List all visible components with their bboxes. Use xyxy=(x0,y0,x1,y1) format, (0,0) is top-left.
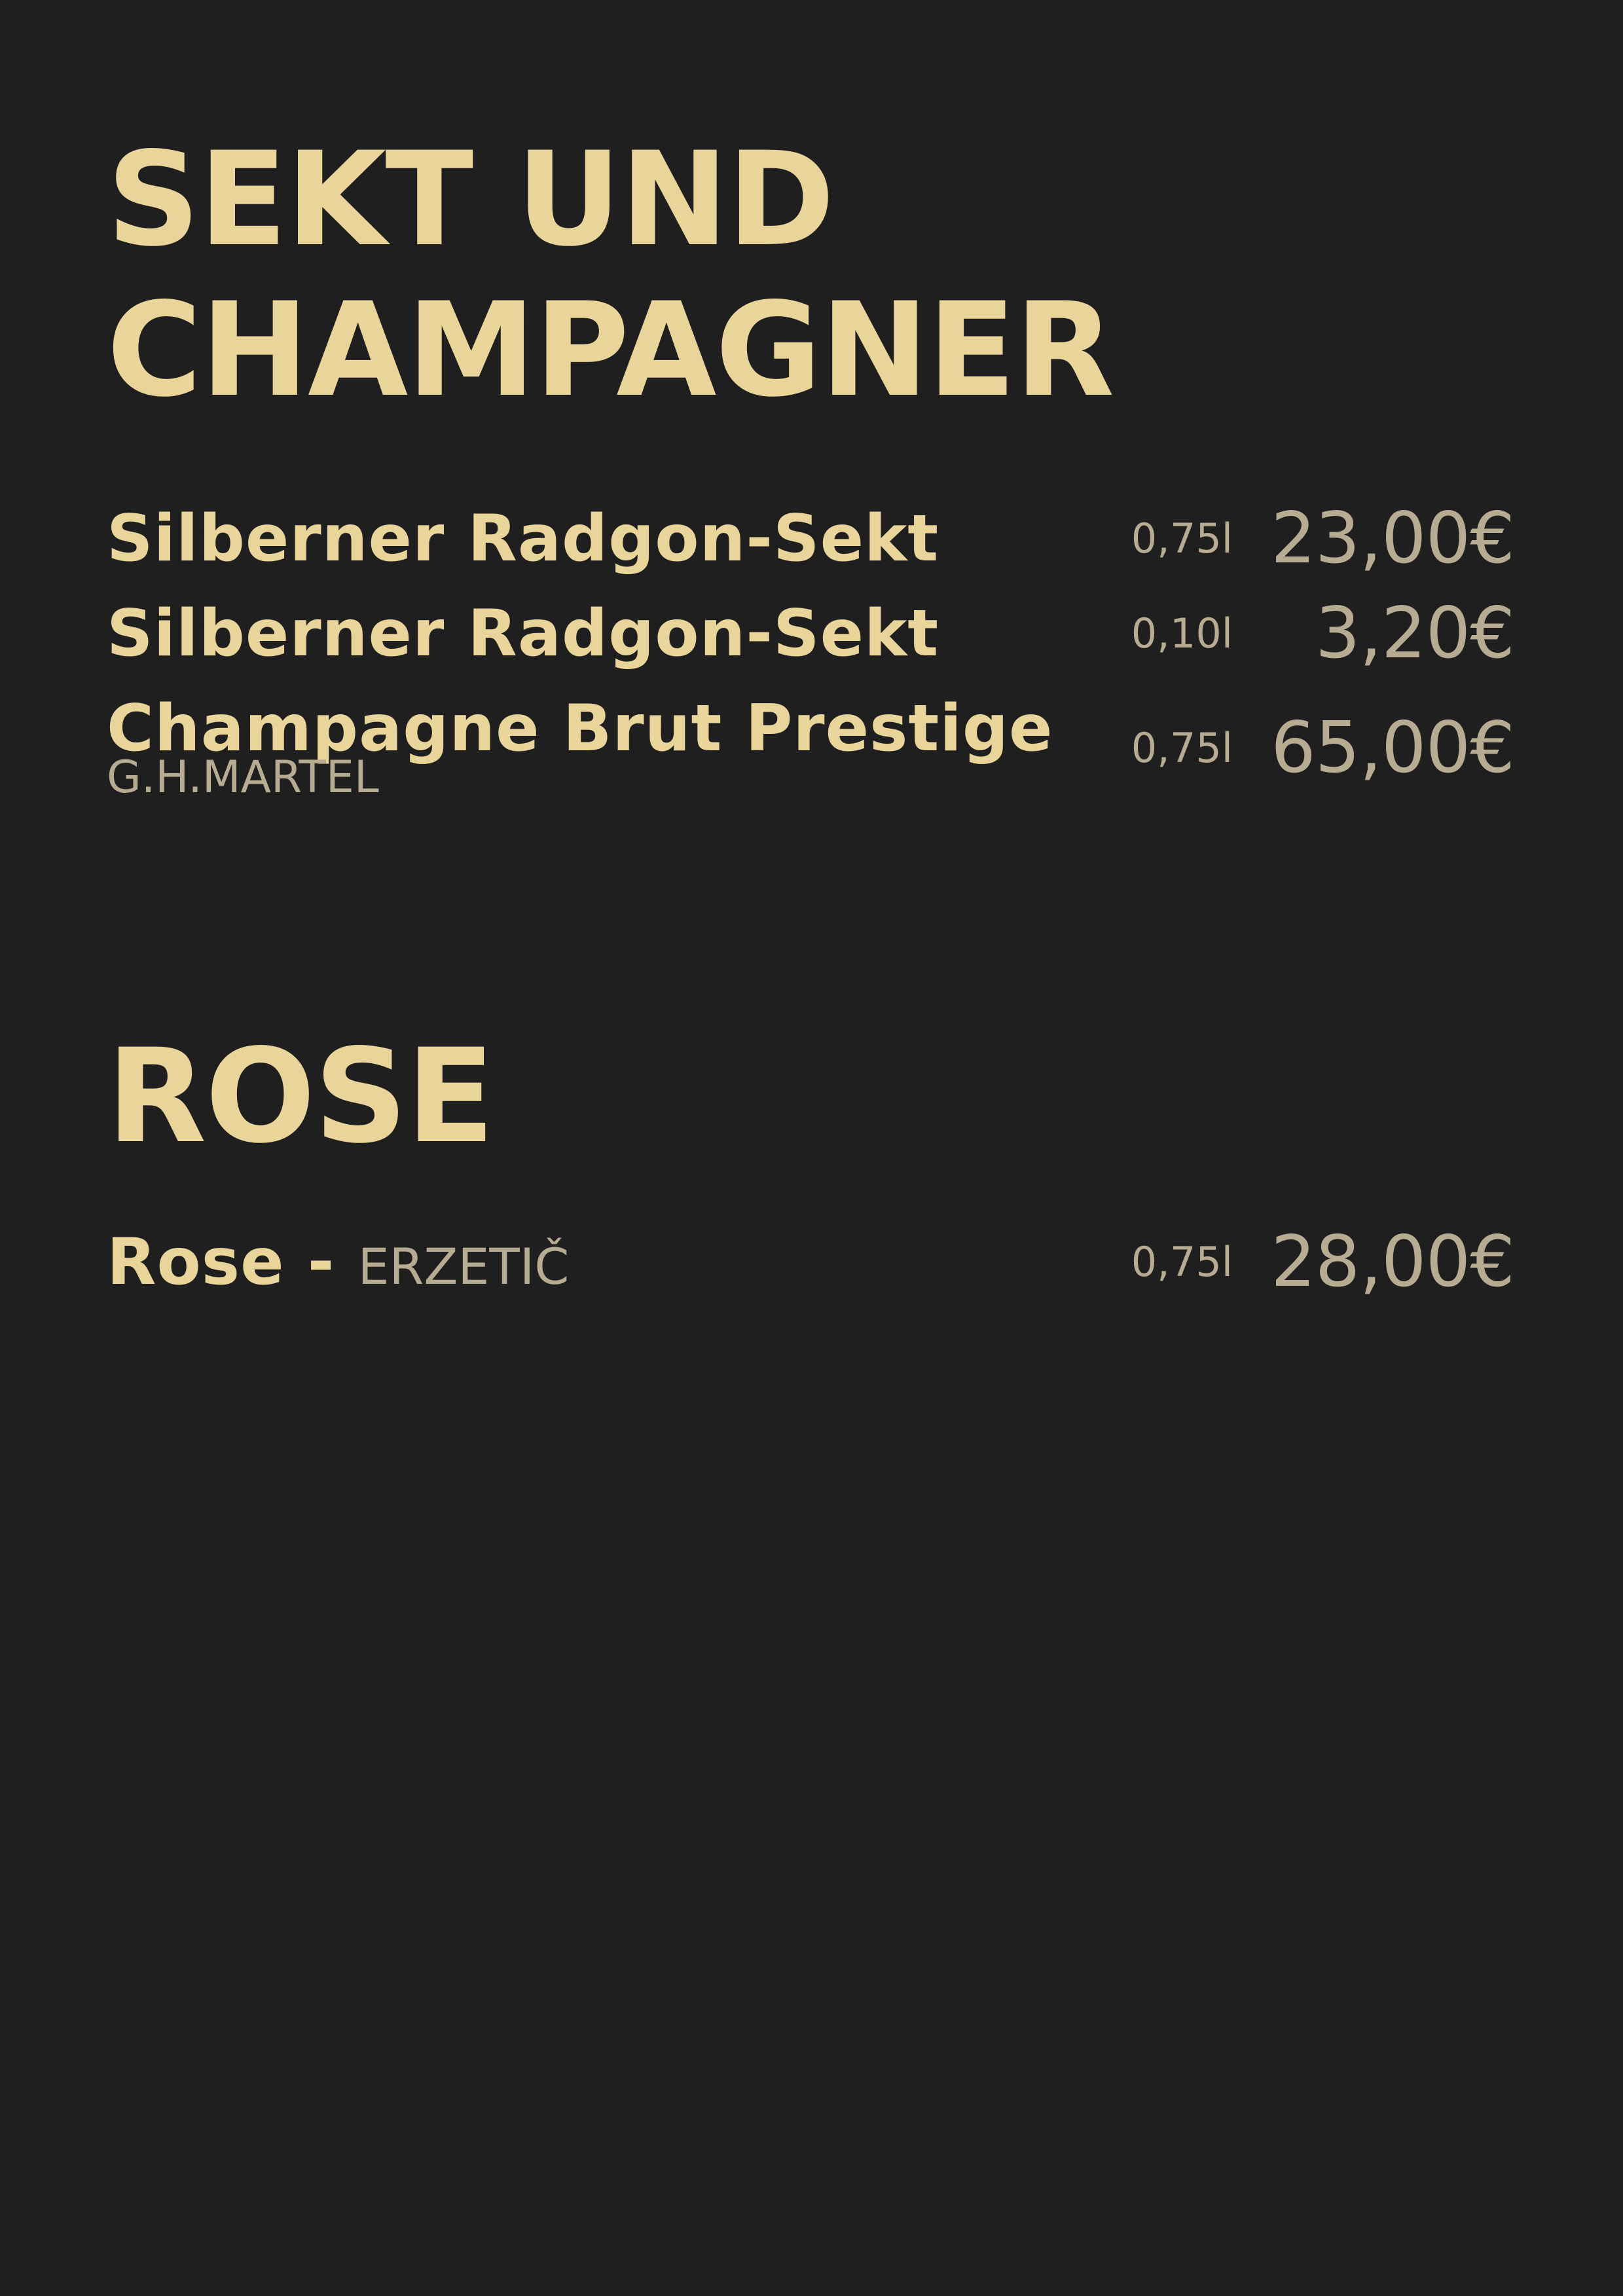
section-heading-rose: ROSE xyxy=(107,1021,495,1172)
menu-item: Silberner Radgon-Sekt 0,75l 23,00€ xyxy=(107,498,1515,579)
item-name-line: Rose - ERZETIČ xyxy=(107,1223,569,1306)
heading-line: CHAMPAGNER xyxy=(107,274,1114,426)
item-volume: 0,10l xyxy=(1131,610,1233,657)
item-name: Silberner Radgon-Sekt xyxy=(107,596,939,671)
menu-item: Champagne Brut Prestige G.H.MARTEL 0,75l… xyxy=(107,689,1515,803)
item-producer: ERZETIČ xyxy=(357,1237,570,1296)
heading-line: ROSE xyxy=(107,1021,495,1172)
menu-page: SEKT UND CHAMPAGNER Silberner Radgon-Sek… xyxy=(0,0,1623,2296)
item-price: 3,20€ xyxy=(1315,592,1515,674)
item-name: Silberner Radgon-Sekt xyxy=(107,501,939,576)
menu-item: Silberner Radgon-Sekt 0,10l 3,20€ xyxy=(107,592,1515,674)
item-volume: 0,75l xyxy=(1131,1238,1233,1286)
item-producer: G.H.MARTEL xyxy=(107,752,379,803)
item-price: 28,00€ xyxy=(1271,1221,1515,1303)
menu-item: Rose - ERZETIČ 0,75l 28,00€ xyxy=(107,1221,1515,1303)
item-volume: 0,75l xyxy=(1131,724,1233,772)
item-volume: 0,75l xyxy=(1131,515,1233,562)
item-price: 23,00€ xyxy=(1271,498,1515,579)
item-name: Rose - xyxy=(107,1225,358,1300)
item-price: 65,00€ xyxy=(1271,707,1515,789)
heading-line: SEKT UND xyxy=(107,124,835,275)
section-heading-sekt-und-champagner: SEKT UND CHAMPAGNER xyxy=(107,124,1114,426)
